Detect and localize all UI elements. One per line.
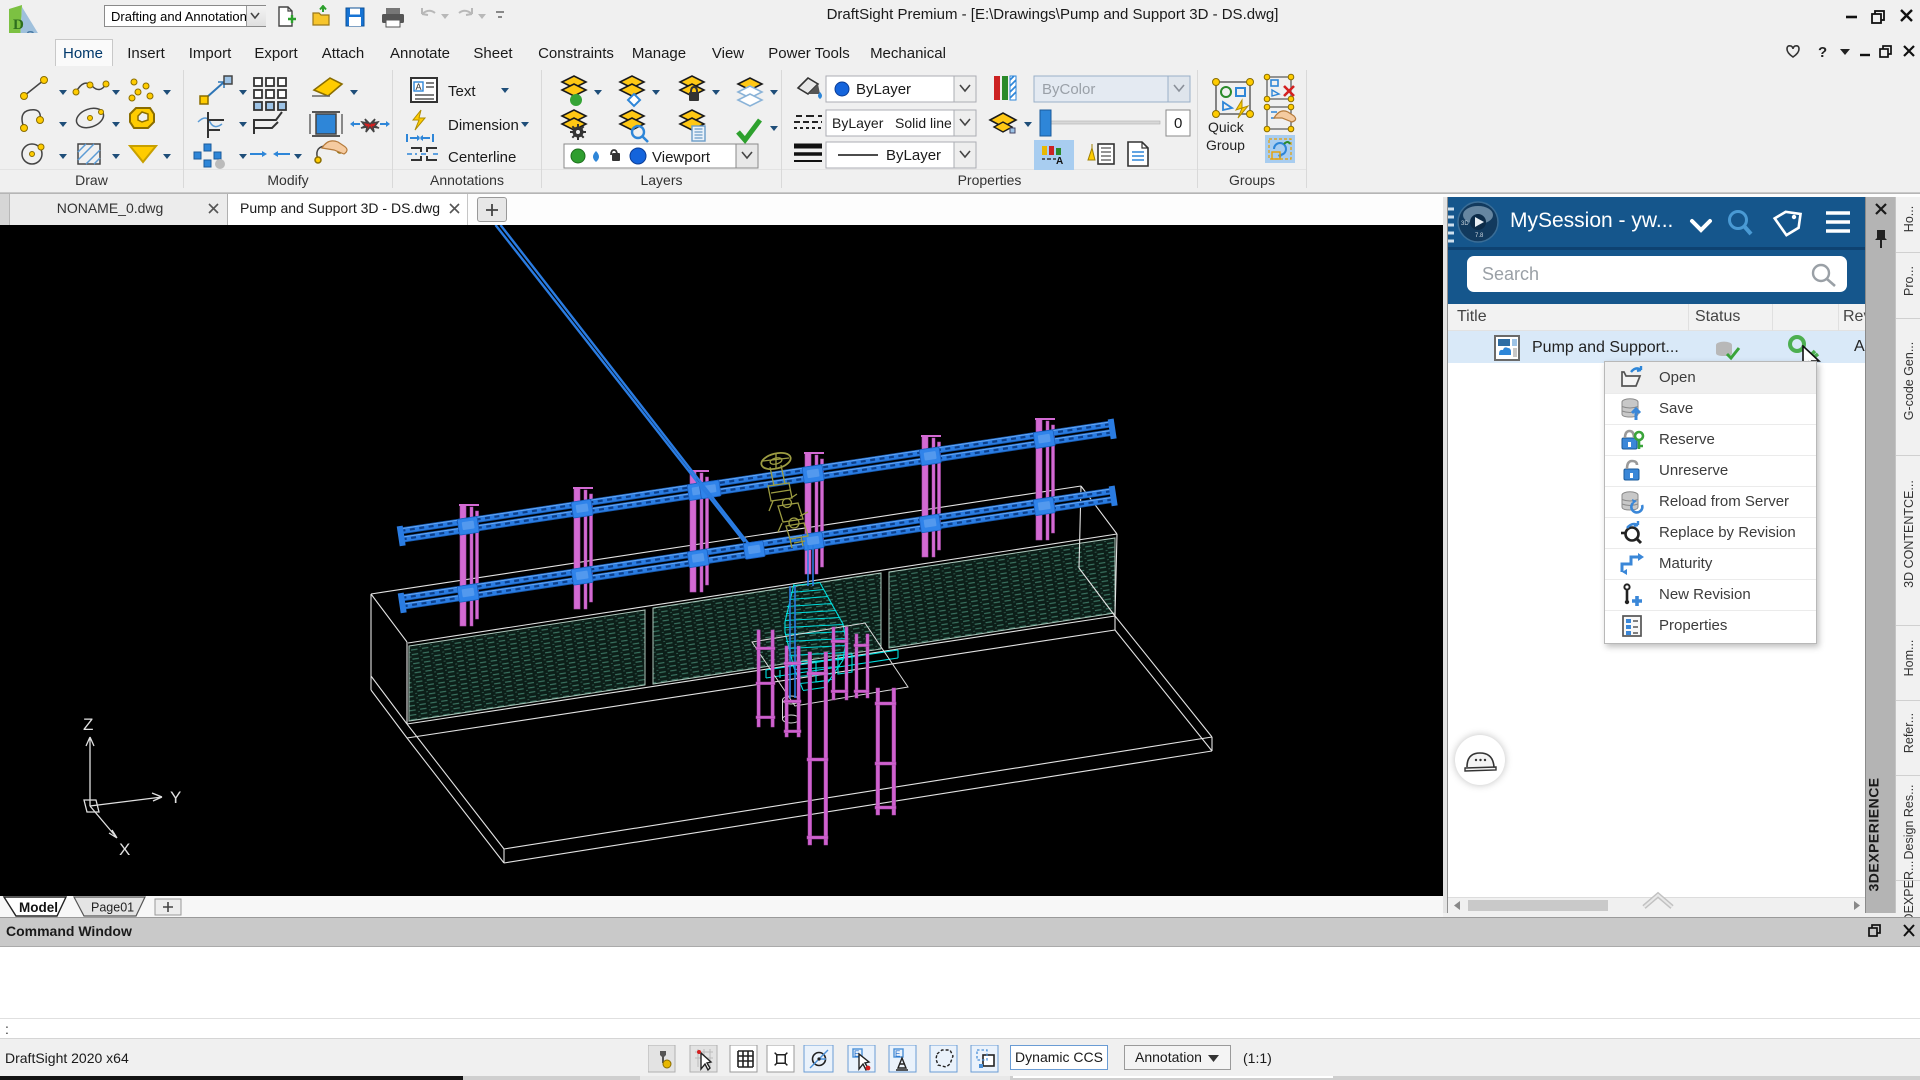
svg-text:3D: 3D	[1461, 221, 1469, 227]
svg-text:ByLayer Solid line: ByLayer Solid line	[832, 115, 952, 131]
svg-text:Text: Text	[448, 83, 476, 100]
svg-text:ByColor: ByColor	[1042, 81, 1095, 98]
svg-text:Model: Model	[19, 900, 58, 915]
svg-text:0: 0	[1174, 115, 1182, 132]
svg-text:Centerline: Centerline	[448, 149, 516, 166]
svg-text:ByLayer: ByLayer	[886, 147, 941, 164]
svg-text:ByLayer: ByLayer	[856, 81, 911, 98]
svg-text:Page01: Page01	[91, 901, 134, 915]
svg-text:A: A	[1056, 156, 1063, 167]
svg-text:7.8: 7.8	[1475, 233, 1484, 239]
svg-text:X: X	[119, 840, 130, 859]
svg-text:Group: Group	[1206, 137, 1245, 153]
svg-text:?: ?	[1818, 44, 1827, 61]
svg-text:E: E	[895, 1050, 900, 1059]
svg-text:Viewport: Viewport	[652, 149, 711, 166]
svg-text:D: D	[13, 17, 24, 33]
svg-text:Z: Z	[83, 715, 93, 734]
svg-text:Y: Y	[170, 788, 181, 807]
svg-text:A: A	[416, 82, 422, 92]
svg-text:Quick: Quick	[1208, 119, 1245, 135]
svg-text:Dimension: Dimension	[448, 117, 519, 134]
